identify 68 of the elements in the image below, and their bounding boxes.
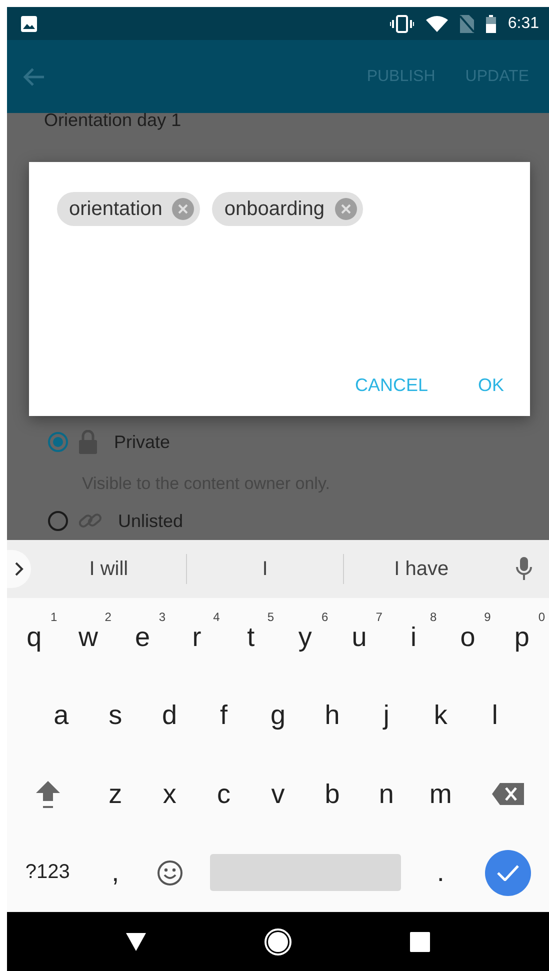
tag-chip[interactable]: orientation [57,192,200,226]
no-sim-icon [460,14,474,32]
key-hint: 6 [322,610,328,624]
radio-button[interactable] [48,432,68,452]
option-label: Private [114,432,170,452]
wifi-icon [426,16,448,32]
key[interactable]: s [88,676,142,755]
key-hint: 5 [267,610,274,624]
lock-icon [78,430,98,454]
vibrate-icon [390,14,414,32]
home-icon[interactable] [264,928,292,956]
key[interactable]: y 6 [278,598,332,676]
checkmark-icon [497,864,520,881]
key-hint: 9 [484,610,491,624]
clock-time: 6:31 [508,14,539,32]
key[interactable]: o 9 [440,598,495,676]
key[interactable]: , [88,834,142,912]
key-hint: 3 [158,610,166,624]
radio-button[interactable] [48,511,68,531]
key[interactable]: c [196,755,251,834]
key[interactable]: r 4 [170,598,224,676]
suggestion[interactable]: I [187,558,343,580]
option-label: Unlisted [118,510,184,532]
key-hint: 2 [104,610,112,624]
key[interactable]: h [305,676,360,755]
key[interactable]: p 0 [494,598,549,676]
key[interactable]: l [468,676,522,755]
key[interactable]: d [142,676,197,755]
key[interactable]: z [88,755,142,834]
key-hint: 1 [50,610,58,624]
recents-icon[interactable] [410,932,430,952]
tag-chip[interactable]: onboarding [212,192,362,226]
shift-icon[interactable] [34,779,61,810]
key[interactable]: q 1 [7,598,62,676]
key[interactable]: n [359,755,414,834]
key[interactable]: f [196,676,251,755]
emoji-icon[interactable] [156,860,183,886]
key[interactable]: w 2 [61,598,116,676]
key[interactable]: v [250,755,306,834]
tag-label: onboarding [224,198,324,220]
key[interactable]: m [414,755,468,834]
key-hint: 4 [213,610,220,624]
key[interactable]: a [34,676,88,755]
battery-icon [486,14,496,32]
key[interactable]: g [250,676,306,755]
key[interactable]: . [414,834,468,912]
suggestion[interactable]: I will [31,558,186,580]
key[interactable]: i 8 [386,598,441,676]
backspace-icon[interactable] [492,783,524,806]
microphone-icon[interactable] [516,557,532,581]
chevron-icon [14,562,24,576]
key-hint: 0 [538,610,546,624]
key[interactable]: x [142,755,197,834]
suggestion[interactable]: I have [344,558,499,580]
key-hint: 7 [376,610,382,624]
expand-button[interactable] [7,550,31,588]
symbols-key[interactable]: ?123 [7,834,88,912]
page-title: Orientation day 1 [44,109,182,131]
back-icon[interactable] [126,932,146,950]
key[interactable]: t 5 [224,598,278,676]
key-hint: 8 [430,610,437,624]
key[interactable]: k [414,676,468,755]
key[interactable]: j [359,676,414,755]
key[interactable]: u 7 [332,598,386,676]
image-icon [21,16,37,32]
key[interactable]: e 3 [115,598,170,676]
tag-label: orientation [69,198,162,220]
key[interactable]: b [305,755,360,834]
